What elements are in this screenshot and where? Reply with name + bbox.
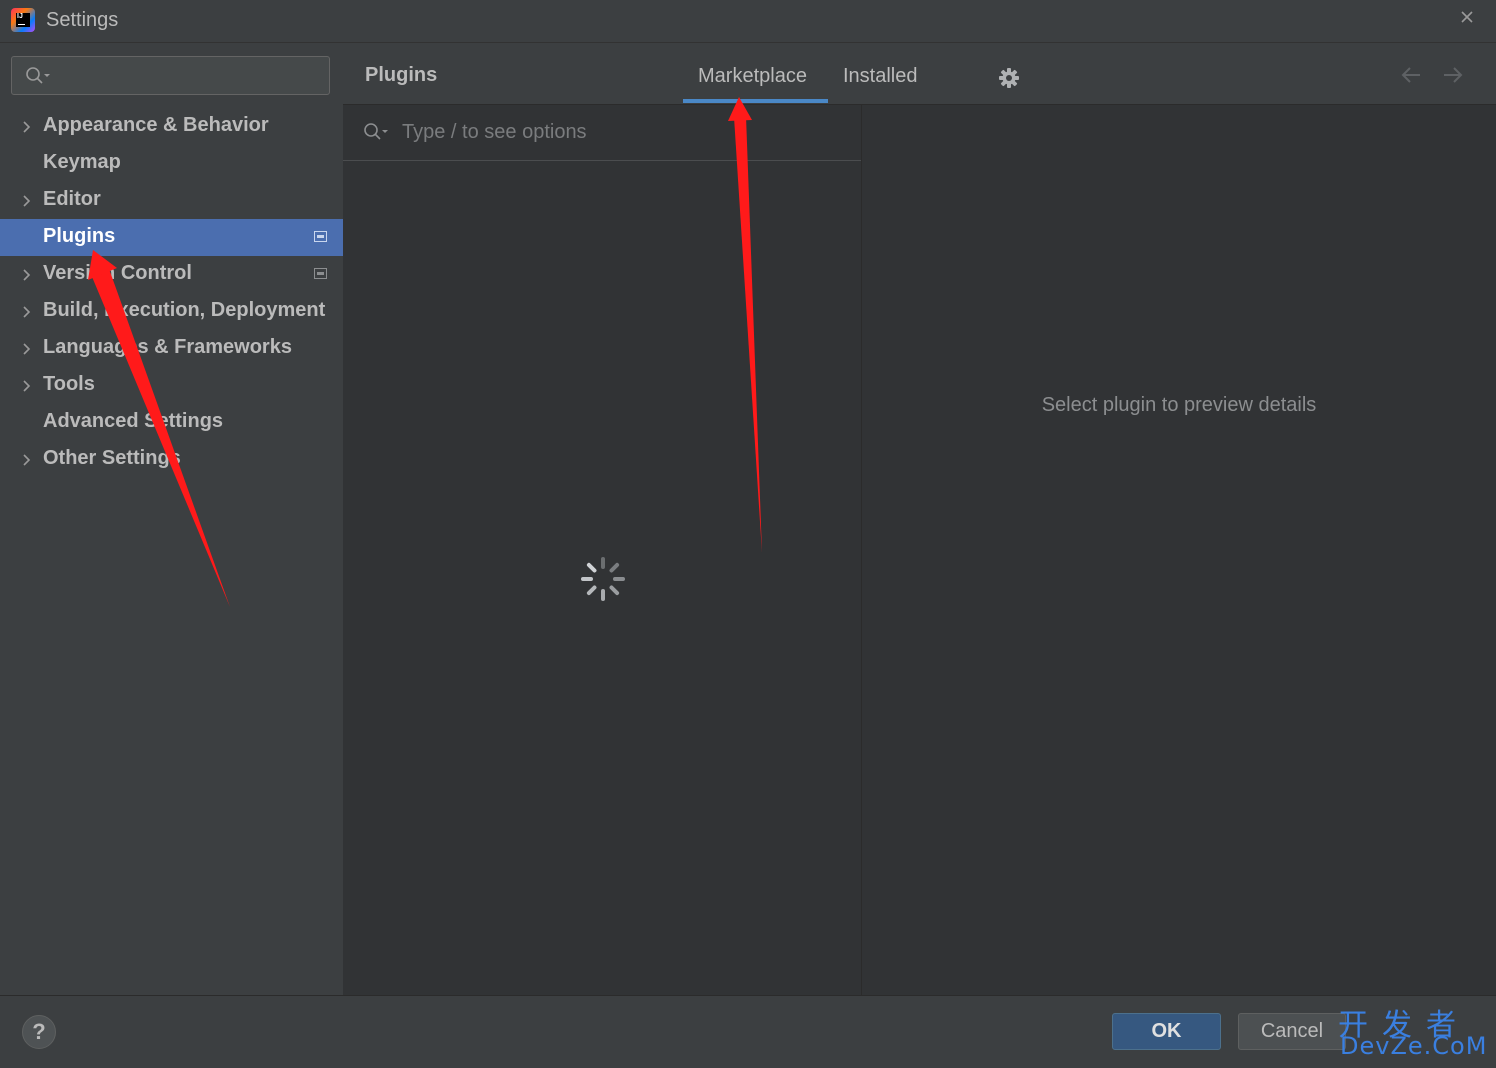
- sidebar-item-label: Version Control: [43, 262, 192, 284]
- plugins-panel: Plugins Marketplace Installed Type / to …: [343, 43, 1496, 995]
- sidebar-item-editor[interactable]: Editor: [0, 182, 343, 219]
- sidebar-item-label: Plugins: [43, 225, 116, 247]
- chevron-right-icon[interactable]: [20, 342, 34, 356]
- gear-icon[interactable]: [998, 67, 1020, 89]
- chevron-right-icon[interactable]: [20, 453, 34, 467]
- sidebar-item-label: Build, Execution, Deployment: [43, 299, 326, 321]
- chevron-right-icon[interactable]: [20, 268, 34, 282]
- plugin-search-input[interactable]: Type / to see options: [343, 105, 861, 161]
- sidebar-item-build-execution-deployment[interactable]: Build, Execution, Deployment: [0, 293, 343, 330]
- watermark-logo: 开发者 DevZe.CoM: [1338, 1000, 1488, 1062]
- arrow-right-icon[interactable]: [1441, 65, 1465, 85]
- project-level-icon: [314, 268, 327, 279]
- chevron-right-icon[interactable]: [20, 379, 34, 393]
- sidebar-item-label: Keymap: [43, 151, 121, 173]
- sidebar-item-label: Languages & Frameworks: [43, 336, 292, 358]
- sidebar-item-keymap[interactable]: Keymap: [0, 145, 343, 182]
- plugin-search-placeholder: Type / to see options: [402, 121, 587, 143]
- sidebar-item-appearance-behavior[interactable]: Appearance & Behavior: [0, 108, 343, 145]
- plugin-list-pane: Type / to see options: [343, 105, 862, 995]
- tab-marketplace[interactable]: Marketplace: [698, 65, 807, 88]
- intellij-idea-icon: IJ: [11, 8, 35, 32]
- sidebar-item-languages-frameworks[interactable]: Languages & Frameworks: [0, 330, 343, 367]
- search-icon: [26, 67, 50, 84]
- sidebar-item-label: Appearance & Behavior: [43, 114, 269, 136]
- active-tab-indicator: [683, 99, 828, 103]
- plugins-header: Plugins Marketplace Installed: [343, 43, 1496, 105]
- window-title: Settings: [46, 9, 119, 31]
- page-title: Plugins: [365, 64, 438, 86]
- sidebar-item-label: Editor: [43, 188, 101, 210]
- plugin-detail-pane: Select plugin to preview details: [862, 105, 1496, 995]
- loading-spinner-icon: [581, 557, 625, 601]
- title-bar: IJ Settings: [0, 0, 1496, 43]
- sidebar-item-plugins[interactable]: Plugins: [0, 219, 343, 256]
- chevron-right-icon[interactable]: [20, 305, 34, 319]
- help-button[interactable]: ?: [22, 1015, 56, 1049]
- arrow-left-icon[interactable]: [1399, 65, 1423, 85]
- chevron-right-icon[interactable]: [20, 194, 34, 208]
- search-icon: [364, 123, 388, 140]
- sidebar-item-label: Other Settings: [43, 447, 181, 469]
- sidebar-item-advanced-settings[interactable]: Advanced Settings: [0, 404, 343, 441]
- sidebar-item-label: Tools: [43, 373, 95, 395]
- watermark-line2: DevZe.CoM: [1340, 1032, 1488, 1060]
- settings-search-input[interactable]: [11, 56, 330, 95]
- sidebar-item-version-control[interactable]: Version Control: [0, 256, 343, 293]
- sidebar-item-tools[interactable]: Tools: [0, 367, 343, 404]
- ok-button[interactable]: OK: [1112, 1013, 1221, 1050]
- tab-installed[interactable]: Installed: [843, 65, 918, 88]
- dialog-footer: ? OK Cancel: [0, 995, 1496, 1068]
- empty-details-message: Select plugin to preview details: [1041, 394, 1317, 416]
- project-level-icon: [314, 231, 327, 242]
- cancel-button[interactable]: Cancel: [1238, 1013, 1346, 1050]
- chevron-right-icon[interactable]: [20, 120, 34, 134]
- sidebar-item-label: Advanced Settings: [43, 410, 224, 432]
- sidebar-item-other-settings[interactable]: Other Settings: [0, 441, 343, 478]
- settings-sidebar: Appearance & Behavior Keymap Editor Plugins…: [0, 43, 343, 995]
- close-icon[interactable]: [1456, 6, 1478, 28]
